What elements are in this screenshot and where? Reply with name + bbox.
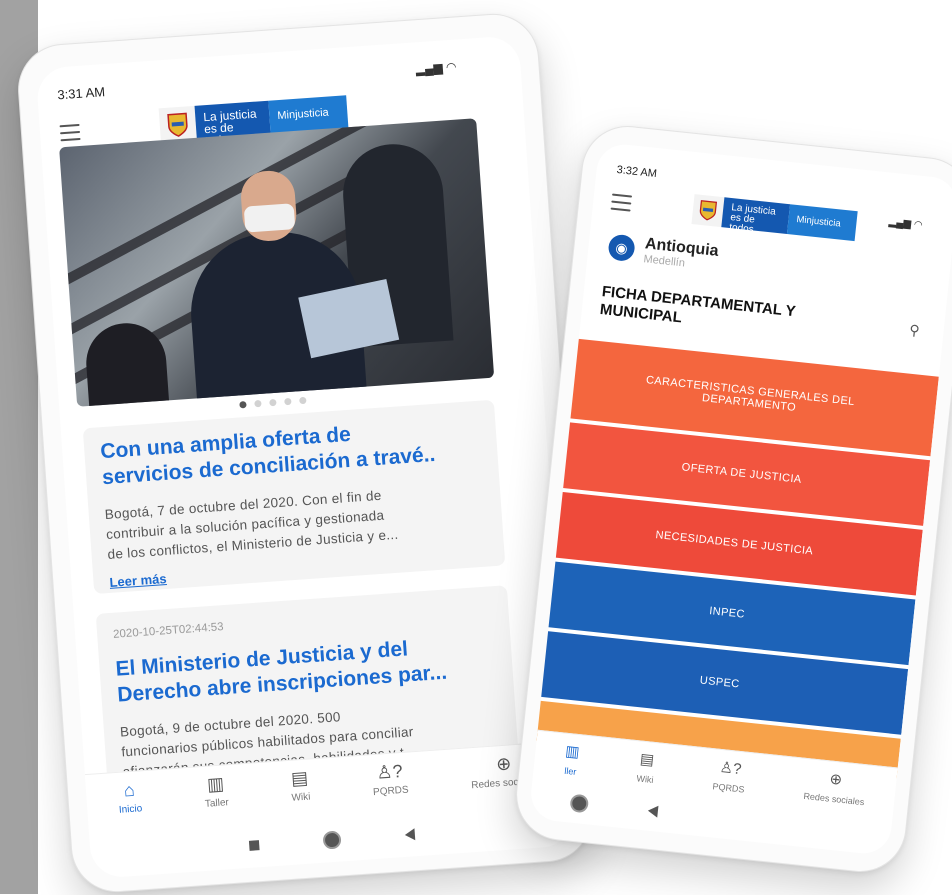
phone-news: 3:31 AM ▂▄▆ ◠ La justicia es de todos Mi… bbox=[14, 10, 596, 895]
recent-apps-icon[interactable] bbox=[248, 840, 260, 851]
nav-item-redes-sociales[interactable]: ⊕ Redes sociales bbox=[802, 759, 868, 813]
carousel-dot-active[interactable] bbox=[239, 400, 247, 409]
carousel-dot[interactable] bbox=[269, 398, 277, 407]
nav-label: Inicio bbox=[118, 803, 143, 816]
nav-item-wiki[interactable]: ▤ Wiki bbox=[635, 742, 657, 792]
news-card-title[interactable]: Con una amplia oferta de servicios de co… bbox=[100, 413, 483, 491]
nav-item-taller[interactable]: ▥ ller bbox=[562, 734, 581, 783]
signal-wifi-icon: ▂▄▆ ◠ bbox=[415, 59, 457, 77]
nav-item-pqrds[interactable]: ♙? PQRDS bbox=[711, 749, 748, 800]
globe-icon: ⊕ bbox=[495, 753, 513, 775]
nav-label: PQRDS bbox=[372, 784, 409, 799]
home-icon: ⌂ bbox=[123, 779, 136, 801]
carousel-dot[interactable] bbox=[284, 397, 292, 406]
building-icon: ▥ bbox=[564, 742, 581, 762]
phone-ficha: 3:32 AM ▂▄▆ ◠ La justicia es de todos Mi… bbox=[511, 121, 952, 877]
phone-ficha-screen: 3:32 AM ▂▄▆ ◠ La justicia es de todos Mi… bbox=[528, 141, 952, 857]
status-time: 3:32 AM bbox=[616, 163, 658, 181]
hamburger-menu-icon[interactable] bbox=[59, 123, 81, 142]
nav-item-inicio[interactable]: ⌂ Inicio bbox=[116, 771, 143, 832]
logo-slogan: La justicia es de todos bbox=[721, 197, 791, 236]
nav-label: PQRDS bbox=[712, 781, 745, 795]
user-question-icon: ♙? bbox=[718, 758, 743, 779]
nav-label: Redes sociales bbox=[803, 790, 865, 808]
nav-label: Wiki bbox=[291, 791, 311, 804]
carousel-dots[interactable] bbox=[239, 396, 307, 409]
carousel-dot[interactable] bbox=[254, 399, 262, 408]
nav-item-taller[interactable]: ▥ Taller bbox=[202, 765, 230, 827]
location-pin-icon: ◉ bbox=[607, 233, 636, 263]
search-icon[interactable]: ⚲ bbox=[908, 321, 921, 339]
nav-label: Wiki bbox=[636, 773, 654, 786]
wiki-icon: ▤ bbox=[290, 767, 309, 789]
back-icon[interactable] bbox=[404, 828, 416, 841]
carousel-dot[interactable] bbox=[299, 396, 307, 405]
nav-item-wiki[interactable]: ▤ Wiki bbox=[289, 760, 312, 821]
wiki-icon: ▤ bbox=[639, 750, 655, 769]
section-title: FICHA DEPARTAMENTAL Y MUNICIPAL bbox=[599, 283, 797, 327]
location-header[interactable]: ◉ Antioquia Medellín bbox=[607, 232, 719, 273]
phone-news-screen: 3:31 AM ▂▄▆ ◠ La justicia es de todos Mi… bbox=[35, 35, 576, 879]
news-hero-image[interactable] bbox=[59, 118, 495, 407]
logo-ministry: Minjusticia bbox=[786, 204, 858, 242]
globe-icon: ⊕ bbox=[828, 770, 844, 789]
building-icon: ▥ bbox=[206, 773, 225, 795]
home-button-icon[interactable] bbox=[322, 830, 342, 850]
news-card-title[interactable]: El Ministerio de Justicia y del Derecho … bbox=[115, 630, 498, 708]
home-button-icon[interactable] bbox=[569, 793, 590, 814]
user-question-icon: ♙? bbox=[375, 760, 404, 783]
back-icon[interactable] bbox=[647, 804, 659, 818]
news-card[interactable]: Con una amplia oferta de servicios de co… bbox=[82, 399, 506, 595]
nav-item-pqrds[interactable]: ♙? PQRDS bbox=[371, 753, 411, 815]
nav-label: Taller bbox=[204, 797, 230, 810]
signal-wifi-icon: ▂▄▆ ◠ bbox=[888, 216, 924, 232]
colombia-shield-icon bbox=[691, 194, 725, 228]
nav-label: ller bbox=[563, 765, 577, 777]
status-time: 3:31 AM bbox=[56, 84, 106, 103]
hamburger-menu-icon[interactable] bbox=[610, 193, 633, 212]
